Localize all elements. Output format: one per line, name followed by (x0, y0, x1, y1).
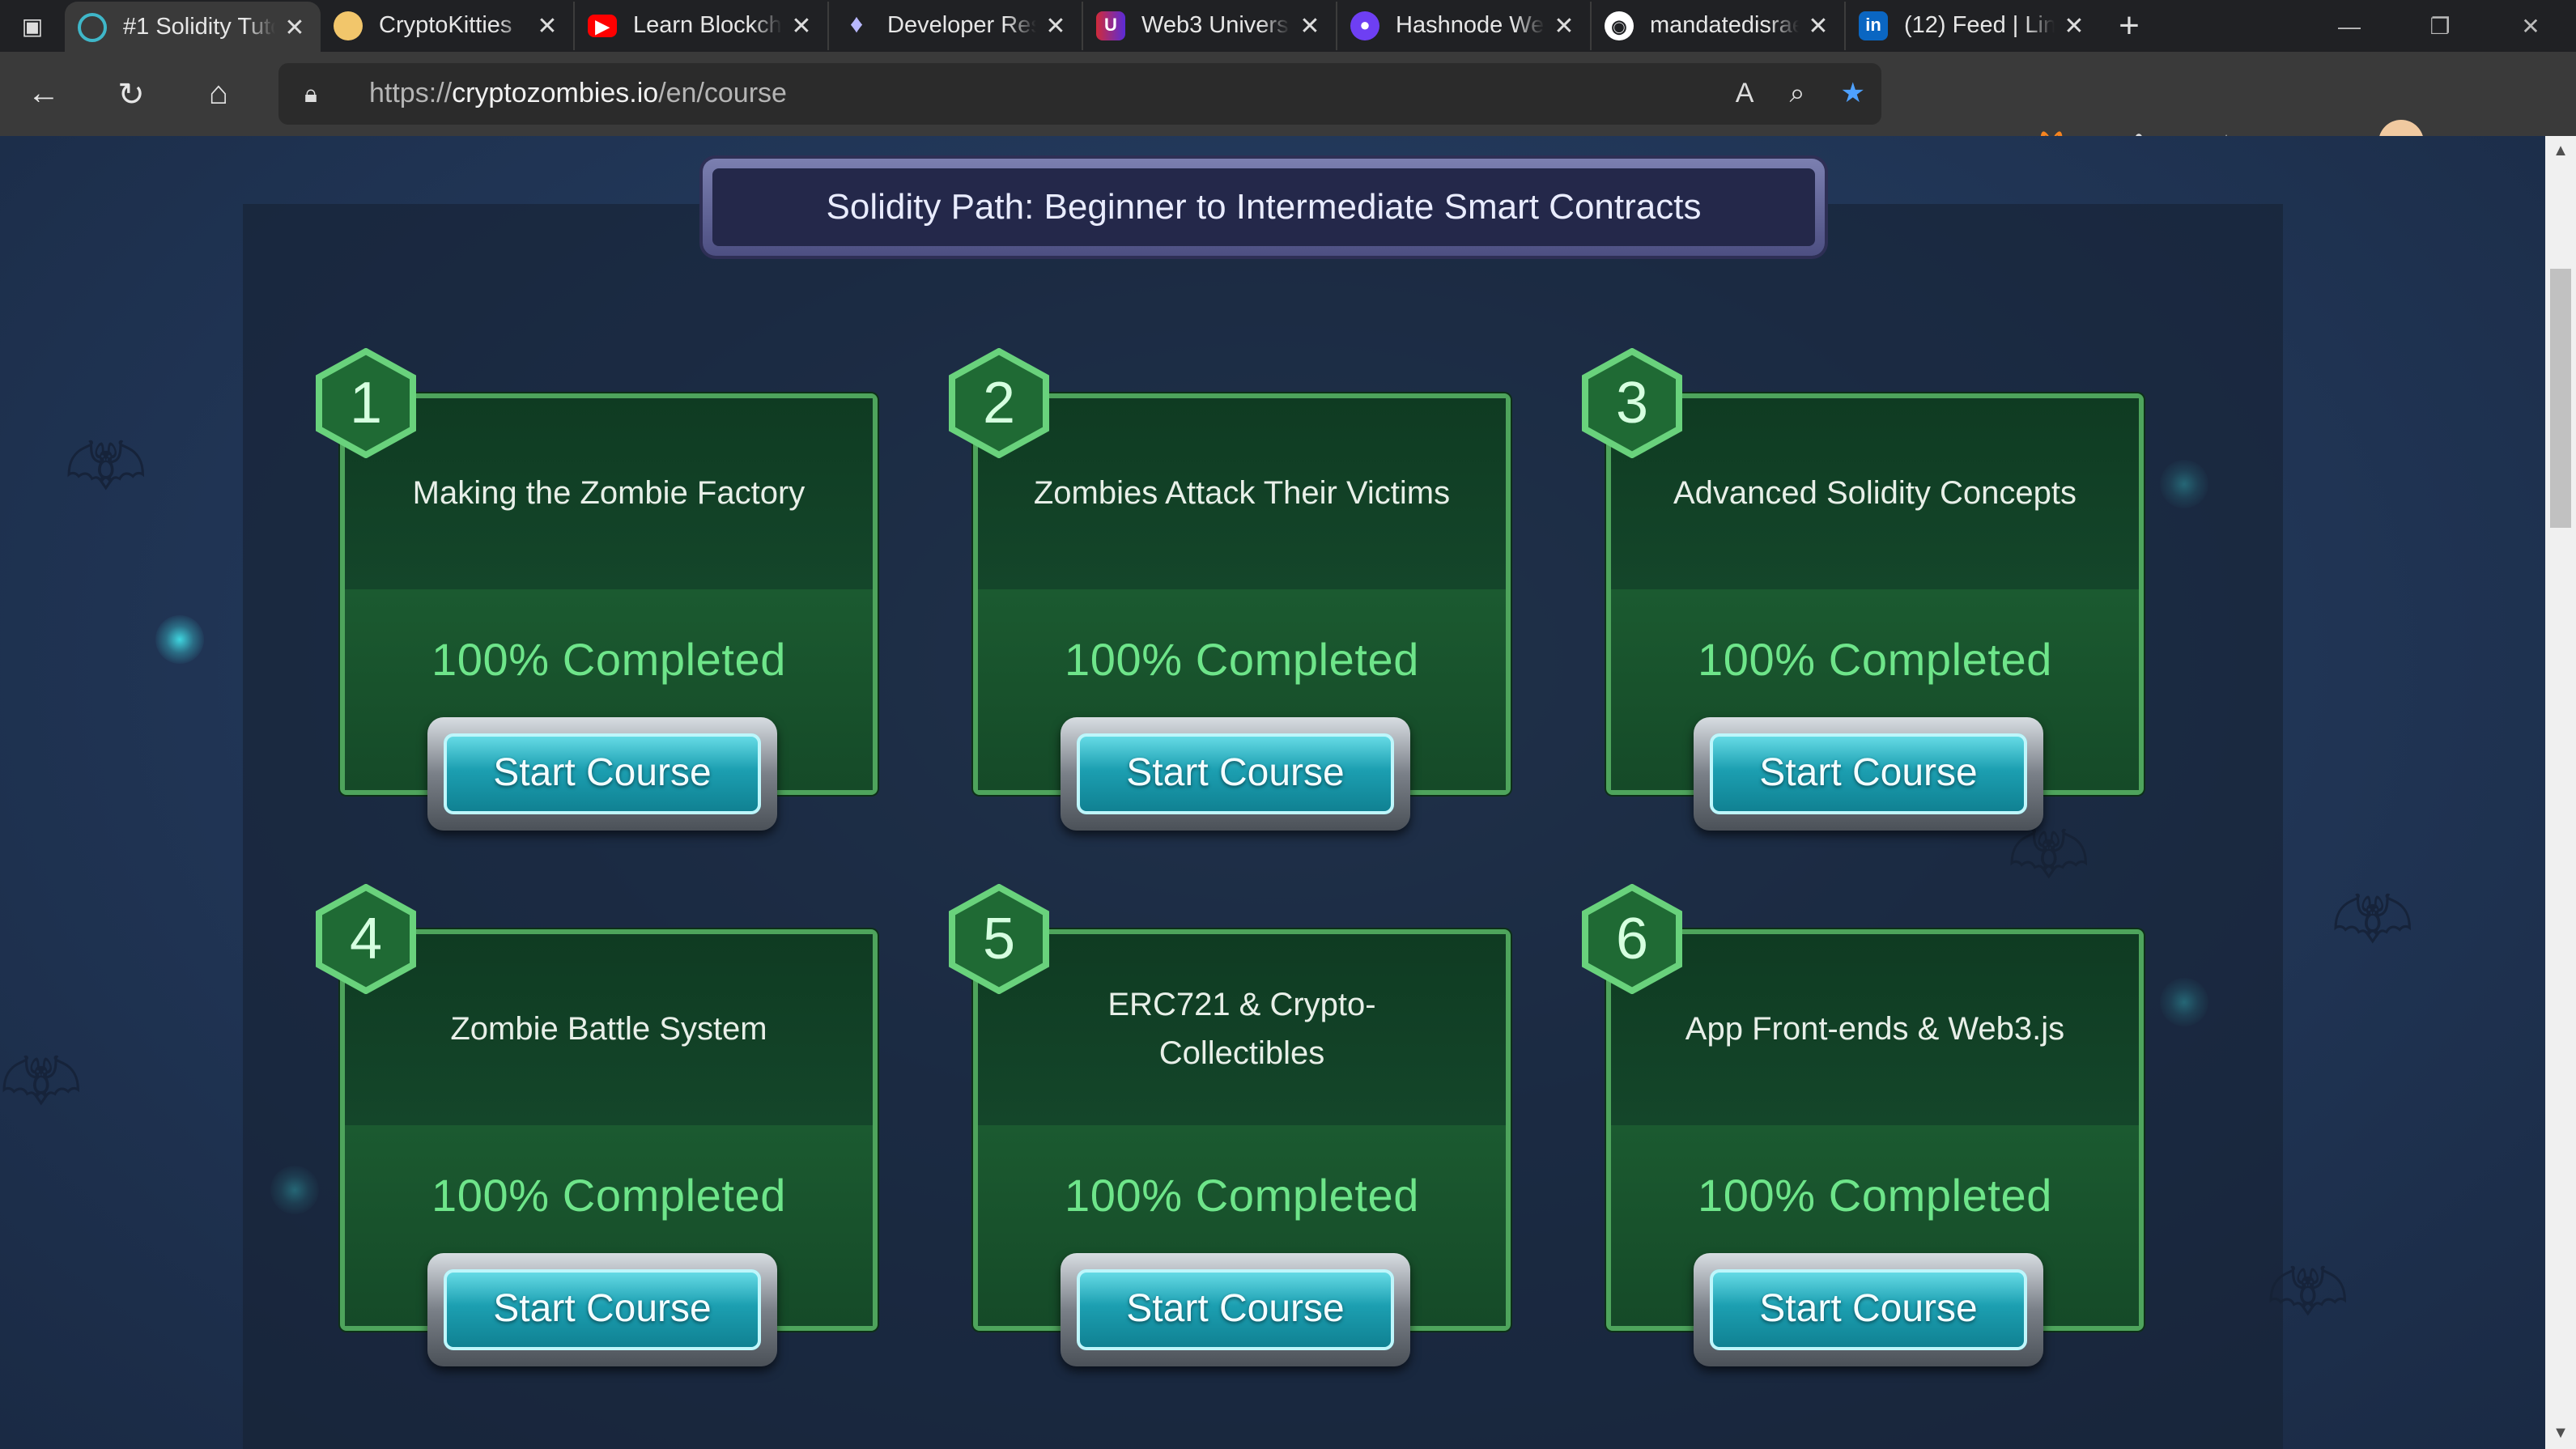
close-icon[interactable]: ✕ (1551, 11, 1577, 40)
tab-label: Hashnode Web3 (1396, 13, 1545, 39)
course-number-badge: 4 (314, 884, 418, 994)
page-title: Solidity Path: Beginner to Intermediate … (712, 168, 1815, 246)
tab-label: mandatedisrael (1650, 13, 1799, 39)
page-scrollbar[interactable]: ▲ ▼ (2545, 136, 2576, 1449)
course-progress: 100% Completed (1698, 1171, 2052, 1221)
minimize-icon[interactable]: — (2304, 0, 2395, 52)
tab-cryptokitties[interactable]: CryptoKitties ✕ (321, 2, 575, 50)
tab-github[interactable]: ◉ mandatedisrael ✕ (1592, 2, 1846, 50)
start-course-button[interactable]: Start Course (1694, 717, 2043, 831)
course-card: Zombies Attack Their Victims 100% Comple… (947, 348, 1511, 831)
back-button[interactable]: ← (0, 52, 87, 136)
youtube-icon: ▶ (588, 15, 617, 37)
start-course-button[interactable]: Start Course (1061, 717, 1410, 831)
read-aloud-icon[interactable]: A (1736, 78, 1754, 110)
close-icon[interactable]: ✕ (1805, 11, 1831, 40)
course-progress: 100% Completed (1065, 635, 1419, 685)
bat-decoration: 🦇︎ (2332, 884, 2414, 955)
lock-icon[interactable]: 🔒︎ (278, 80, 343, 108)
tab-label: (12) Feed | LinkedIn (1904, 13, 2055, 39)
course-card: ERC721 & Crypto-Collectibles 100% Comple… (947, 884, 1511, 1366)
tab-developer[interactable]: ♦ Developer Resources ✕ (829, 2, 1083, 50)
course-card: Zombie Battle System 100% Completed 4 St… (314, 884, 878, 1366)
course-title: Advanced Solidity Concepts (1673, 476, 2077, 512)
close-window-icon[interactable]: ✕ (2485, 0, 2576, 52)
bat-decoration: 🦇︎ (65, 431, 147, 502)
course-card: Advanced Solidity Concepts 100% Complete… (1580, 348, 2144, 831)
course-number-badge: 3 (1580, 348, 1684, 458)
course-progress: 100% Completed (1065, 1171, 1419, 1221)
course-progress: 100% Completed (431, 1171, 786, 1221)
linkedin-icon: in (1859, 11, 1888, 40)
course-title: App Front-ends & Web3.js (1685, 1012, 2065, 1047)
course-number-badge: 1 (314, 348, 418, 458)
close-icon[interactable]: ✕ (2061, 11, 2087, 40)
course-title: Making the Zombie Factory (412, 476, 806, 512)
course-number-badge: 2 (947, 348, 1051, 458)
scrollbar-thumb[interactable] (2550, 269, 2571, 528)
close-icon[interactable]: ✕ (282, 13, 308, 42)
window-controls: — ❐ ✕ (2304, 0, 2576, 52)
refresh-button[interactable]: ↻ (87, 52, 175, 136)
zoom-icon[interactable]: ⌕ (1789, 78, 1804, 110)
browser-toolbar: ← ↻ ⌂ 🔒︎ https://cryptozombies.io/en/cou… (0, 52, 2576, 164)
address-bar[interactable]: 🔒︎ https://cryptozombies.io/en/course A … (278, 63, 1881, 125)
scroll-up-icon[interactable]: ▲ (2545, 142, 2576, 160)
tab-linkedin[interactable]: in (12) Feed | LinkedIn ✕ (1846, 2, 2100, 50)
close-icon[interactable]: ✕ (1043, 11, 1069, 40)
course-title: ERC721 & Crypto-Collectibles (1107, 988, 1376, 1072)
home-button[interactable]: ⌂ (175, 52, 262, 136)
start-course-button[interactable]: Start Course (1061, 1253, 1410, 1366)
ethereum-icon: ♦ (849, 11, 864, 39)
page-content: 🦇︎ 🦇︎ 🦇︎ 🦇︎ 🦇︎ Solidity Path: Beginner t… (0, 136, 2545, 1449)
path-title-bar: Solidity Path: Beginner to Intermediate … (703, 159, 1825, 256)
tab-solidity[interactable]: #1 Solidity Tutorial ✕ (65, 2, 321, 53)
course-title: Zombies Attack Their Victims (1033, 476, 1451, 512)
github-icon: ◉ (1605, 11, 1634, 40)
close-icon[interactable]: ✕ (1297, 11, 1323, 40)
cryptokitties-icon (334, 11, 363, 40)
close-icon[interactable]: ✕ (789, 11, 814, 40)
tab-label: #1 Solidity Tutorial (123, 15, 275, 40)
course-card: Making the Zombie Factory 100% Completed… (314, 348, 878, 831)
course-progress: 100% Completed (1698, 635, 2052, 685)
scroll-down-icon[interactable]: ▼ (2545, 1425, 2576, 1443)
tab-strip: ▣ #1 Solidity Tutorial ✕ CryptoKitties ✕… (0, 0, 2576, 53)
close-icon[interactable]: ✕ (534, 11, 560, 40)
web3-university-icon: U (1096, 11, 1125, 40)
tab-label: Web3 University (1141, 13, 1290, 39)
start-course-button[interactable]: Start Course (427, 1253, 777, 1366)
tab-web3-university[interactable]: U Web3 University ✕ (1083, 2, 1337, 50)
course-number-badge: 5 (947, 884, 1051, 994)
favorite-star-icon[interactable]: ★ (1841, 78, 1866, 110)
start-course-button[interactable]: Start Course (1694, 1253, 2043, 1366)
course-progress: 100% Completed (431, 635, 786, 685)
tab-label: Developer Resources (887, 13, 1036, 39)
restore-icon[interactable]: ❐ (2395, 0, 2485, 52)
cryptozombies-icon (78, 13, 107, 42)
hashnode-icon: ● (1350, 11, 1379, 40)
course-card: App Front-ends & Web3.js 100% Completed … (1580, 884, 2144, 1366)
tab-actions-icon[interactable]: ▣ (0, 0, 65, 52)
course-title: Zombie Battle System (450, 1012, 767, 1047)
bat-decoration: 🦇︎ (0, 1046, 83, 1117)
course-number-badge: 6 (1580, 884, 1684, 994)
tab-learn-blockchain[interactable]: ▶ Learn Blockchain ✕ (575, 2, 829, 50)
glow-decoration (155, 615, 204, 664)
new-tab-button[interactable]: + (2100, 5, 2158, 47)
tab-hashnode[interactable]: ● Hashnode Web3 ✕ (1337, 2, 1592, 50)
url-text[interactable]: https://cryptozombies.io/en/course (369, 78, 787, 110)
tab-label: Learn Blockchain (633, 13, 782, 39)
tab-label: CryptoKitties (379, 13, 512, 39)
start-course-button[interactable]: Start Course (427, 717, 777, 831)
